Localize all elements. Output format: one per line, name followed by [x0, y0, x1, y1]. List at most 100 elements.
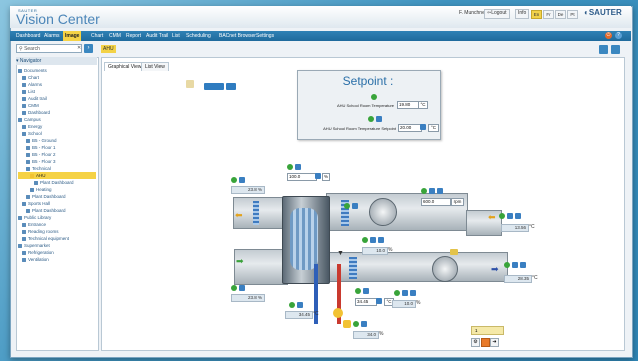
- info-button[interactable]: Info: [515, 9, 530, 19]
- detail-icon[interactable]: [378, 237, 384, 243]
- menu-image[interactable]: Image: [63, 31, 82, 41]
- nav-item[interactable]: Sports Hall: [18, 200, 96, 207]
- detail-icon[interactable]: [352, 203, 358, 209]
- clear-search-icon[interactable]: ✕: [77, 45, 81, 51]
- lang-de-button[interactable]: De: [555, 10, 566, 19]
- nav-item[interactable]: Technical equipment: [18, 235, 96, 242]
- nav-item[interactable]: B5 - Ground: [18, 137, 96, 144]
- menu-cmm[interactable]: CMM: [109, 31, 121, 41]
- nav-item[interactable]: Reading rooms: [18, 228, 96, 235]
- nav-item[interactable]: Ventilation: [18, 256, 96, 263]
- folder-icon: [22, 202, 26, 206]
- detail-icon[interactable]: [507, 213, 513, 219]
- nav-item[interactable]: CMM: [18, 102, 96, 109]
- zoom-button[interactable]: [204, 83, 224, 90]
- nav-item[interactable]: Energy: [18, 123, 96, 130]
- pump-icon: [333, 308, 343, 318]
- fan-right-unit: rpm: [451, 198, 464, 206]
- print-button[interactable]: [226, 83, 236, 90]
- lang-fr-button[interactable]: Fr: [543, 10, 554, 19]
- detail-icon[interactable]: [361, 321, 367, 327]
- help-icon[interactable]: ?: [615, 32, 622, 39]
- detail-icon[interactable]: [239, 285, 245, 291]
- fan-left-input[interactable]: 100.0: [287, 173, 317, 181]
- lang-en-button[interactable]: En: [531, 10, 542, 19]
- damper-pct-value: 23.8 %: [231, 186, 265, 194]
- nav-item[interactable]: Plant Dashboard: [18, 179, 96, 186]
- detail-icon[interactable]: [429, 188, 435, 194]
- nav-item[interactable]: Supermarket: [18, 242, 96, 249]
- nav-item[interactable]: Refrigeration: [18, 249, 96, 256]
- nav-item-label: School: [28, 131, 42, 136]
- arrow-left-icon: ⬅: [235, 210, 243, 220]
- fullscreen-icon[interactable]: [611, 45, 620, 54]
- nav-item[interactable]: Entrance: [18, 221, 96, 228]
- nav-item[interactable]: Documents: [18, 67, 96, 74]
- setpoint-title: Setpoint :: [342, 74, 394, 88]
- menu-list[interactable]: List: [172, 31, 180, 41]
- nav-item[interactable]: School: [18, 130, 96, 137]
- nav-item[interactable]: AHU: [18, 172, 96, 179]
- detail-icon[interactable]: [239, 177, 245, 183]
- menu-audit-trail[interactable]: Audit Trail: [146, 31, 168, 41]
- nav-item[interactable]: Plant Dashboard: [18, 193, 96, 200]
- nav-item[interactable]: B5 - Floor 3: [18, 158, 96, 165]
- search-input[interactable]: ⚲ Search: [16, 44, 82, 53]
- detail-icon[interactable]: [520, 262, 526, 268]
- detail-icon[interactable]: [410, 290, 416, 296]
- logout-button[interactable]: ⇦Logout: [484, 9, 510, 19]
- alarm-icon[interactable]: [481, 338, 490, 347]
- detail-icon[interactable]: [363, 288, 369, 294]
- nav-item[interactable]: Technical: [18, 165, 96, 172]
- detail-icon[interactable]: [515, 213, 521, 219]
- tab-graphical-view[interactable]: Graphical View: [104, 62, 146, 71]
- detail-icon[interactable]: [370, 237, 376, 243]
- nav-item[interactable]: Public Library: [18, 214, 96, 221]
- navigator-header[interactable]: ▾ Navigator: [16, 57, 97, 65]
- nav-item[interactable]: Chart: [18, 74, 96, 81]
- detail-icon[interactable]: [295, 164, 301, 170]
- grid-view-icon[interactable]: [599, 45, 608, 54]
- spinner-icon[interactable]: [376, 298, 382, 304]
- power-icon[interactable]: ⏻: [605, 32, 612, 39]
- nav-item[interactable]: Dashboard: [18, 109, 96, 116]
- menu-chart[interactable]: Chart: [91, 31, 103, 41]
- nav-item[interactable]: Plant Dashboard: [18, 207, 96, 214]
- menu-report[interactable]: Report: [126, 31, 141, 41]
- setpoint-row2-input[interactable]: 20.00: [398, 124, 422, 132]
- tab-list-view[interactable]: List View: [141, 62, 169, 71]
- detail-icon[interactable]: [437, 188, 443, 194]
- settings-icon[interactable]: ⚙: [471, 338, 480, 347]
- navigator-tree: Documents Chart Alarms List Audit trail CMM Da…: [18, 67, 96, 263]
- folder-icon: [30, 174, 34, 178]
- menu-settings[interactable]: Settings: [256, 31, 274, 41]
- menu-scheduling[interactable]: Scheduling: [186, 31, 211, 41]
- coil-setpoint-input[interactable]: 34.45: [355, 298, 377, 306]
- nav-item[interactable]: Heating: [18, 186, 96, 193]
- fan-right-input[interactable]: 600.0: [421, 198, 451, 206]
- lang-pt-button[interactable]: Pt: [567, 10, 578, 19]
- nav-item[interactable]: List: [18, 88, 96, 95]
- search-go-button[interactable]: ›: [84, 44, 93, 53]
- nav-item[interactable]: Campus: [18, 116, 96, 123]
- nav-item-label: Audit trail: [28, 96, 47, 101]
- spinner-icon[interactable]: [315, 173, 321, 179]
- nav-item[interactable]: Alarms: [18, 81, 96, 88]
- setpoint-spinner-icon[interactable]: [420, 124, 426, 130]
- nav-item[interactable]: B5 - Floor 1: [18, 144, 96, 151]
- menu-bacnet-browser[interactable]: BACnet Browser: [219, 31, 256, 41]
- folder-icon: [30, 188, 34, 192]
- breadcrumb[interactable]: AHU: [101, 45, 116, 53]
- menu-alarms[interactable]: Alarms: [44, 31, 60, 41]
- menu-dashboard[interactable]: Dashboard: [16, 31, 40, 41]
- next-page-icon[interactable]: ➜: [490, 338, 499, 347]
- detail-icon[interactable]: [402, 290, 408, 296]
- nav-item[interactable]: B5 - Floor 2: [18, 151, 96, 158]
- nav-item-label: Ventilation: [28, 257, 49, 262]
- nav-item-label: Heating: [36, 187, 52, 192]
- edit-setpoint-icon[interactable]: [376, 116, 382, 122]
- detail-icon[interactable]: [297, 302, 303, 308]
- detail-icon[interactable]: [512, 262, 518, 268]
- nav-item[interactable]: Audit trail: [18, 95, 96, 102]
- page-input[interactable]: 1: [471, 326, 504, 335]
